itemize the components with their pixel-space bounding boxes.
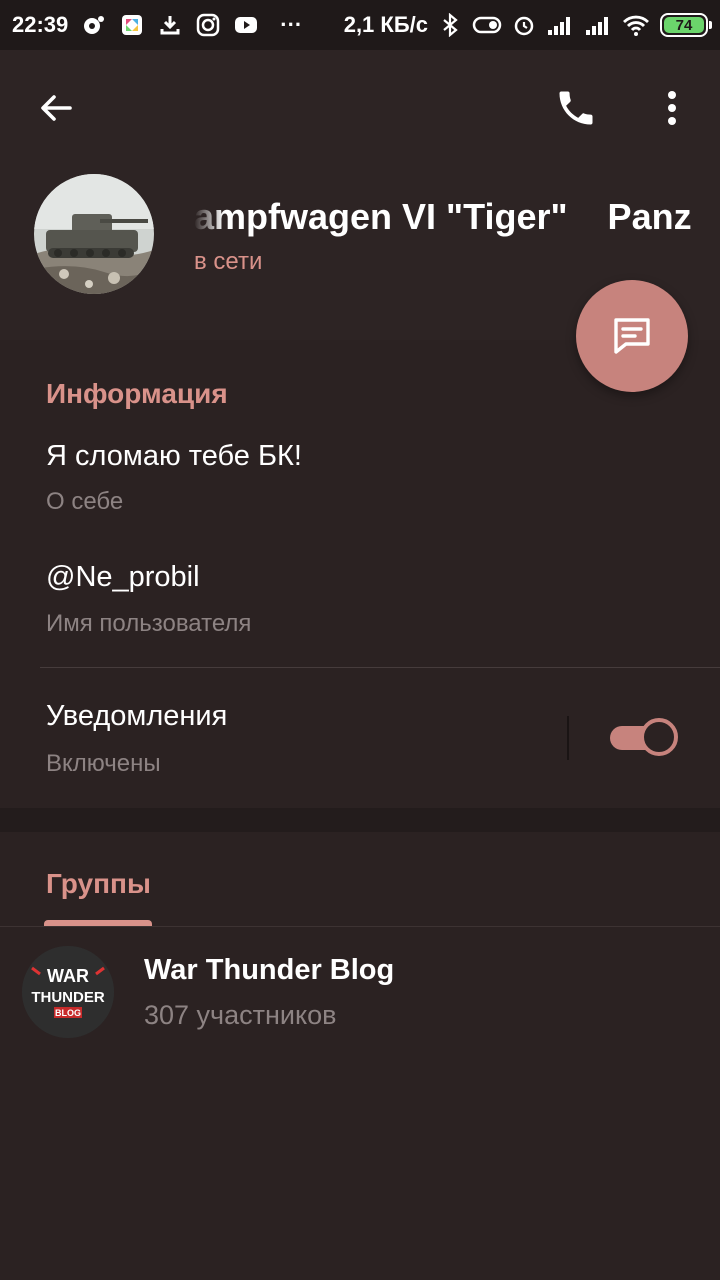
send-message-button[interactable] <box>576 280 688 392</box>
group-title: War Thunder Blog <box>144 954 395 986</box>
username-value[interactable]: @Ne_probil <box>46 561 200 594</box>
download-icon <box>160 16 180 35</box>
war-thunder-logo: WAR THUNDER BLOG <box>22 946 114 1038</box>
youtube-icon <box>235 17 258 33</box>
section-gap <box>0 808 720 832</box>
notifications-separator <box>567 716 569 760</box>
notifications-title[interactable]: Уведомления <box>46 700 227 733</box>
username-label: Имя пользователя <box>46 610 252 637</box>
list-item[interactable]: WAR THUNDER BLOG War Thunder Blog 307 уч… <box>0 940 720 1040</box>
network-speed: 2,1 КБ/с <box>343 12 428 37</box>
back-arrow-icon[interactable] <box>36 88 76 128</box>
profile-name-text: ampfwagen VI "Tiger" Panz <box>194 196 692 237</box>
tank-photo <box>34 174 154 294</box>
groups-section: Группы WAR THUNDER BLOG War Thunder Blog… <box>0 832 720 1280</box>
tab-divider <box>0 926 720 927</box>
notifications-state: Включены <box>46 750 161 777</box>
signal-icon-2 <box>586 17 608 35</box>
toggle-knob <box>640 718 678 756</box>
battery-level: 74 <box>675 16 693 34</box>
battery-icon: 74 <box>660 13 712 37</box>
alarm-icon <box>514 16 534 36</box>
logo-text-war: WAR <box>47 966 89 986</box>
title-fade <box>194 194 224 238</box>
info-divider <box>40 667 720 668</box>
wifi-icon <box>623 15 649 36</box>
info-section-title: Информация <box>46 378 228 409</box>
logo-text-thunder: THUNDER <box>31 989 104 1006</box>
phone-icon[interactable] <box>554 86 598 130</box>
more-notifications-dots: ··· <box>280 12 303 37</box>
online-status: в сети <box>194 248 263 275</box>
status-bar: 22:39 ··· 2,1 КБ/с 74 <box>0 0 720 50</box>
toggle-status-icon <box>472 16 502 34</box>
gallery-app-icon <box>122 15 143 35</box>
signal-icon <box>548 17 570 35</box>
logo-text-blog: BLOG <box>55 1008 81 1018</box>
notifications-toggle[interactable] <box>610 718 678 758</box>
message-icon <box>614 318 650 354</box>
more-vertical-icon[interactable] <box>660 86 684 130</box>
profile-avatar[interactable] <box>34 174 154 294</box>
tab-groups[interactable]: Группы <box>46 868 151 900</box>
group-members: 307 участников <box>144 1000 337 1030</box>
info-section: Информация Я сломаю тебе БК! О себе @Ne_… <box>0 342 720 808</box>
bio-value[interactable]: Я сломаю тебе БК! <box>46 440 302 473</box>
instagram-icon <box>197 13 220 37</box>
bluetooth-icon <box>443 13 458 37</box>
bio-label: О себе <box>46 488 124 515</box>
group-avatar: WAR THUNDER BLOG <box>22 946 114 1038</box>
app-notification-icon <box>84 16 105 34</box>
clock: 22:39 <box>12 12 69 37</box>
profile-name: ampfwagen VI "Tiger" Panz <box>194 194 714 238</box>
